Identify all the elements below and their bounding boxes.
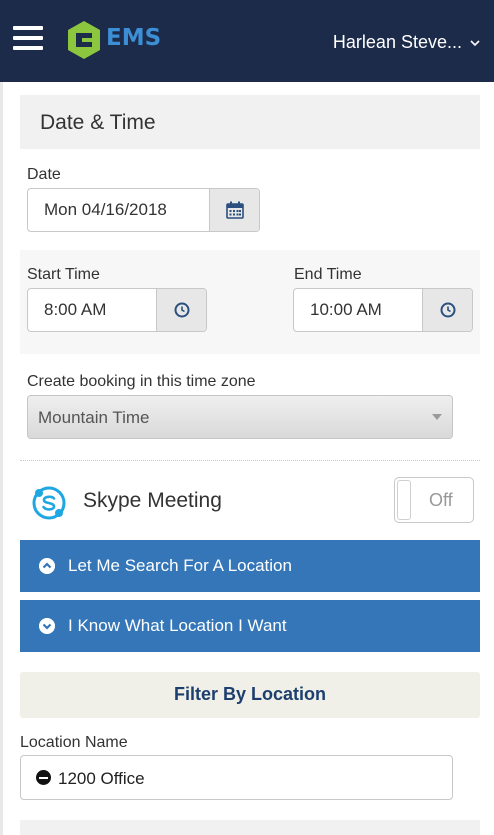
skype-meeting-label: Skype Meeting xyxy=(83,489,222,512)
start-time-label: Start Time xyxy=(27,266,100,283)
left-rail xyxy=(0,82,3,835)
know-location-bar[interactable]: I Know What Location I Want xyxy=(20,600,480,652)
hamburger-menu-icon[interactable] xyxy=(13,26,43,50)
skype-toggle[interactable]: Off xyxy=(394,477,474,523)
filter-label: Filter By Location xyxy=(173,684,326,704)
filter-by-location-button[interactable]: Filter By Location xyxy=(20,672,480,718)
remove-circle-icon[interactable] xyxy=(36,770,51,785)
calendar-button[interactable] xyxy=(209,189,259,231)
toggle-knob xyxy=(397,480,411,520)
end-time-label: End Time xyxy=(294,266,362,283)
app-header: EMS Harlean Steve... xyxy=(0,0,494,82)
next-section-header xyxy=(20,820,480,835)
date-time-section-header: Date & Time xyxy=(20,95,480,149)
date-picker: Mon 04/16/2018 xyxy=(27,188,260,232)
logo-mark-icon xyxy=(68,21,100,59)
dropdown-caret-icon xyxy=(432,414,442,420)
date-input[interactable]: Mon 04/16/2018 xyxy=(28,189,209,231)
toggle-state: Off xyxy=(429,490,453,510)
user-menu[interactable]: Harlean Steve... xyxy=(333,32,480,53)
brand-name: EMS xyxy=(106,25,162,51)
search-location-bar[interactable]: Let Me Search For A Location xyxy=(20,540,480,592)
date-label: Date xyxy=(27,166,61,183)
location-name-field[interactable]: 1200 Office xyxy=(20,755,453,800)
end-clock-button[interactable] xyxy=(422,289,472,331)
location-name-label: Location Name xyxy=(20,734,128,751)
end-time-picker: 10:00 AM xyxy=(293,288,473,332)
chevron-down-circle-icon xyxy=(39,618,55,634)
timezone-label: Create booking in this time zone xyxy=(27,373,256,390)
clock-icon xyxy=(440,302,455,318)
chevron-down-icon xyxy=(470,39,480,46)
start-time-input[interactable]: 8:00 AM xyxy=(28,289,156,331)
skype-icon xyxy=(32,486,66,520)
section-title: Date & Time xyxy=(40,111,156,134)
clock-icon xyxy=(174,302,189,318)
selected-location: 1200 Office xyxy=(58,769,145,788)
ems-logo[interactable]: EMS xyxy=(66,20,176,60)
search-location-label: Let Me Search For A Location xyxy=(68,556,292,575)
start-clock-button[interactable] xyxy=(156,289,206,331)
know-location-label: I Know What Location I Want xyxy=(68,616,287,635)
timezone-value: Mountain Time xyxy=(38,408,150,427)
user-name: Harlean Steve... xyxy=(332,32,462,52)
start-time-picker: 8:00 AM xyxy=(27,288,207,332)
calendar-icon xyxy=(225,201,244,219)
timezone-select[interactable]: Mountain Time xyxy=(27,395,453,439)
chevron-up-circle-icon xyxy=(39,558,55,574)
divider xyxy=(20,460,480,461)
end-time-input[interactable]: 10:00 AM xyxy=(294,289,422,331)
